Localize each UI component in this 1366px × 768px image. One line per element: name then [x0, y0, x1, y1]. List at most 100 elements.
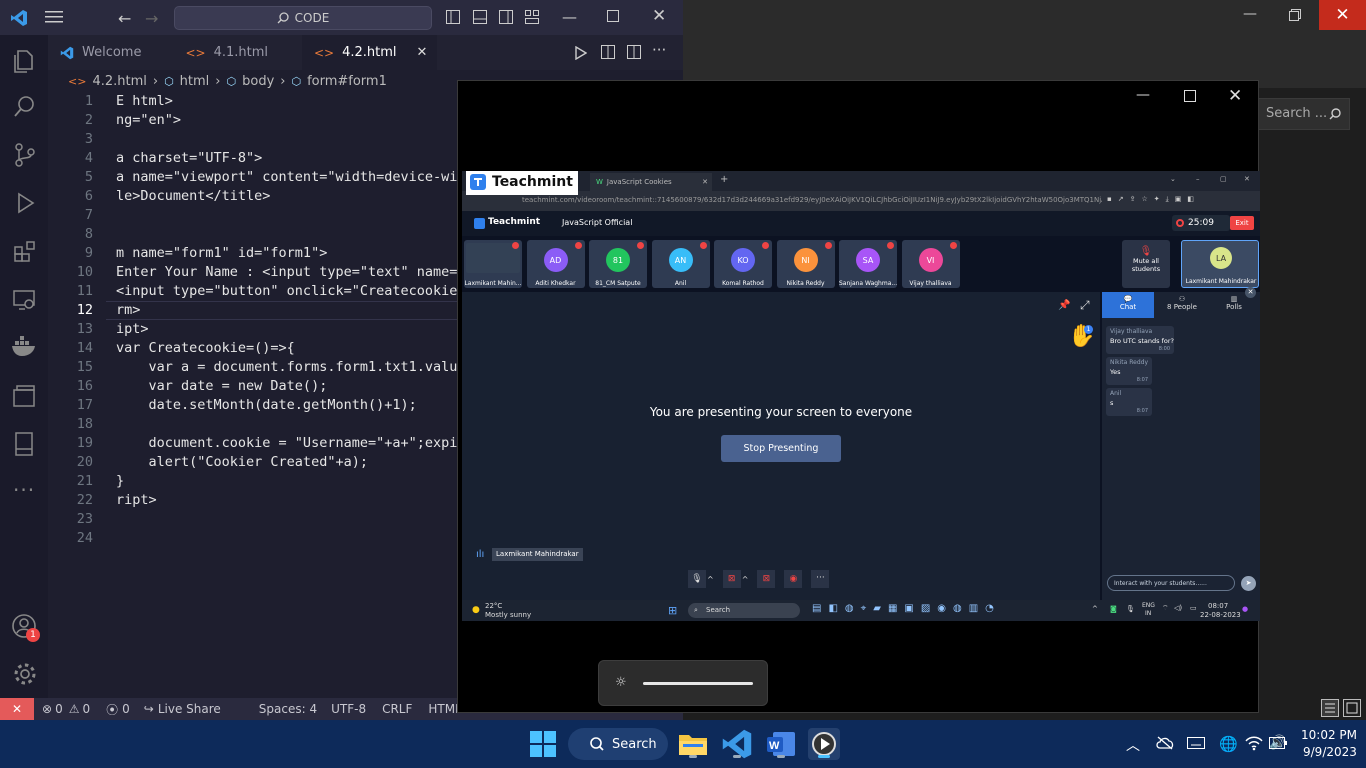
more-icon[interactable]: ···	[13, 478, 35, 502]
toggle-panel-icon[interactable]	[473, 10, 487, 24]
language-globe-icon[interactable]: 🌐	[1219, 735, 1238, 753]
breadcrumb-item[interactable]: html	[180, 74, 210, 89]
open-preview-icon[interactable]	[601, 45, 615, 59]
docker-icon[interactable]	[11, 336, 37, 358]
record-icon[interactable]: ◉	[784, 570, 803, 588]
chevron-up-icon[interactable]: ︿	[1126, 735, 1140, 755]
list-view-icon[interactable]	[1321, 699, 1339, 717]
mic-icon[interactable]: 🎙	[1126, 605, 1135, 613]
windows-start-icon[interactable]: ⊞	[668, 604, 677, 617]
participant-tile[interactable]: AD Aditi Khedkar	[526, 240, 585, 288]
split-editor-icon[interactable]	[627, 45, 641, 59]
battery-icon[interactable]: ▭	[1190, 604, 1197, 612]
ports-count[interactable]: 0	[122, 702, 130, 716]
close-icon[interactable]: ✕	[1228, 86, 1242, 106]
participant-tile[interactable]: 81 81_CM Satpute	[589, 240, 647, 288]
restore-icon[interactable]: ▢	[1220, 175, 1227, 183]
browser-tab[interactable]: W JavaScript Cookies ✕	[590, 173, 712, 191]
word-icon[interactable]: W	[765, 728, 797, 760]
indentation-status[interactable]: Spaces: 4	[259, 702, 317, 716]
minimize-icon[interactable]: —	[562, 8, 577, 26]
mute-all-button[interactable]: 🎙 Mute all students	[1122, 240, 1170, 288]
chevron-up-icon[interactable]: ^	[742, 575, 749, 584]
minimize-icon[interactable]: —	[1136, 87, 1150, 103]
breadcrumb-item[interactable]: 4.2.html	[92, 74, 146, 89]
clock-date[interactable]: 9/9/2023	[1303, 745, 1357, 759]
battery-icon[interactable]	[1269, 737, 1287, 749]
stop-share-icon[interactable]: ⊠	[757, 570, 776, 588]
brightness-slider[interactable]	[643, 682, 753, 685]
warning-count[interactable]: 0	[82, 702, 90, 716]
expand-icon[interactable]: ⤢	[1080, 298, 1090, 313]
participant-tile[interactable]: KO Komal Rathod	[714, 240, 772, 288]
extensions-icon[interactable]	[13, 239, 37, 263]
file-explorer-icon[interactable]	[677, 728, 709, 760]
participant-tile[interactable]: VI Vijay thalliava	[901, 240, 960, 288]
tab-welcome[interactable]: Welcome	[48, 35, 153, 70]
close-panel-icon[interactable]: ✕	[1245, 287, 1256, 298]
breadcrumb-item[interactable]: form#form1	[307, 74, 387, 89]
taskbar-search[interactable]: Search	[568, 728, 668, 760]
wifi-icon[interactable]	[1245, 735, 1263, 751]
tab-chat[interactable]: 💬 Chat	[1102, 292, 1154, 318]
chevron-up-icon[interactable]: ^	[1092, 605, 1098, 613]
run-debug-icon[interactable]	[13, 191, 37, 215]
background-search-box[interactable]: Search ...	[1258, 98, 1350, 130]
notebook-icon[interactable]	[13, 431, 35, 457]
cloud-off-icon[interactable]	[1156, 736, 1174, 750]
media-player-icon[interactable]	[808, 728, 840, 760]
participant-tile[interactable]: NI Nikita Reddy	[776, 240, 835, 288]
close-icon[interactable]: ✕	[652, 6, 666, 26]
inner-pinned-apps[interactable]: ▤◧◍⌖▰▦▣▨◉◍▥◔	[812, 603, 1001, 614]
restore-icon[interactable]	[1289, 9, 1301, 21]
close-icon[interactable]: ✕	[1244, 175, 1250, 183]
tab-people[interactable]: ⚇ 8 People	[1156, 292, 1208, 318]
minimize-icon[interactable]: –	[1196, 175, 1200, 183]
gear-icon[interactable]	[12, 661, 38, 687]
mic-icon[interactable]: 🎙	[688, 570, 706, 588]
close-tab-icon[interactable]: ✕	[702, 178, 708, 186]
browser-toolbar-icons[interactable]: ▪↗⇪☆✦⤓▣◧	[1107, 195, 1200, 204]
grid-view-icon[interactable]	[1343, 699, 1361, 717]
inner-search-box[interactable]: ⌕ Search	[688, 603, 800, 618]
back-arrow-icon[interactable]: ←	[118, 9, 131, 28]
tab-4-1-html[interactable]: <> 4.1.html	[153, 35, 280, 70]
start-icon[interactable]	[527, 728, 559, 760]
notification-icon[interactable]: ●	[1242, 605, 1248, 613]
exit-button[interactable]: Exit	[1230, 216, 1254, 230]
participant-tile[interactable]: SA Sanjana Waghma...	[839, 240, 897, 288]
command-center-search[interactable]: CODE	[174, 6, 432, 30]
forward-arrow-icon[interactable]: →	[145, 9, 158, 28]
address-bar[interactable]: teachmint.com/videoroom/teachmint::71456…	[462, 191, 1260, 211]
source-control-icon[interactable]	[13, 142, 37, 168]
new-tab-icon[interactable]: +	[720, 174, 728, 185]
minimize-icon[interactable]: —	[1243, 6, 1257, 22]
camera-off-icon[interactable]: ⊠	[722, 570, 741, 588]
toggle-secondary-sidebar-icon[interactable]	[499, 10, 513, 24]
run-file-icon[interactable]	[575, 46, 587, 60]
keyboard-icon[interactable]	[1187, 737, 1205, 749]
remote-indicator[interactable]: ✕	[0, 698, 34, 720]
participant-tile[interactable]: AN Anil	[651, 240, 710, 288]
panels-icon[interactable]	[12, 384, 36, 408]
clock-time[interactable]: 10:02 PM	[1301, 728, 1357, 742]
app-tray-icon[interactable]: ◙	[1110, 605, 1117, 613]
toggle-sidebar-icon[interactable]	[446, 10, 460, 24]
close-tab-icon[interactable]: ✕	[417, 45, 428, 60]
vscode-taskbar-icon[interactable]	[721, 728, 753, 760]
breadcrumb-item[interactable]: body	[242, 74, 274, 89]
eol-status[interactable]: CRLF	[382, 702, 412, 716]
remote-explorer-icon[interactable]	[12, 288, 36, 312]
pin-icon[interactable]: 📌	[1058, 300, 1070, 311]
customize-layout-icon[interactable]	[525, 10, 539, 24]
network-icon[interactable]: ⌔	[1162, 604, 1169, 613]
tab-4-2-html[interactable]: <> 4.2.html ✕	[302, 35, 438, 70]
maximize-icon[interactable]	[607, 10, 619, 22]
participant-tile[interactable]: Laxmikant Mahin...	[464, 240, 522, 288]
maximize-icon[interactable]	[1184, 90, 1196, 102]
chevron-up-icon[interactable]: ^	[707, 575, 714, 584]
tab-search-icon[interactable]: ⌄	[1170, 175, 1176, 183]
volume-icon[interactable]: ◁)	[1174, 604, 1182, 612]
live-share-button[interactable]: Live Share	[158, 702, 221, 716]
menu-icon[interactable]	[45, 10, 63, 24]
